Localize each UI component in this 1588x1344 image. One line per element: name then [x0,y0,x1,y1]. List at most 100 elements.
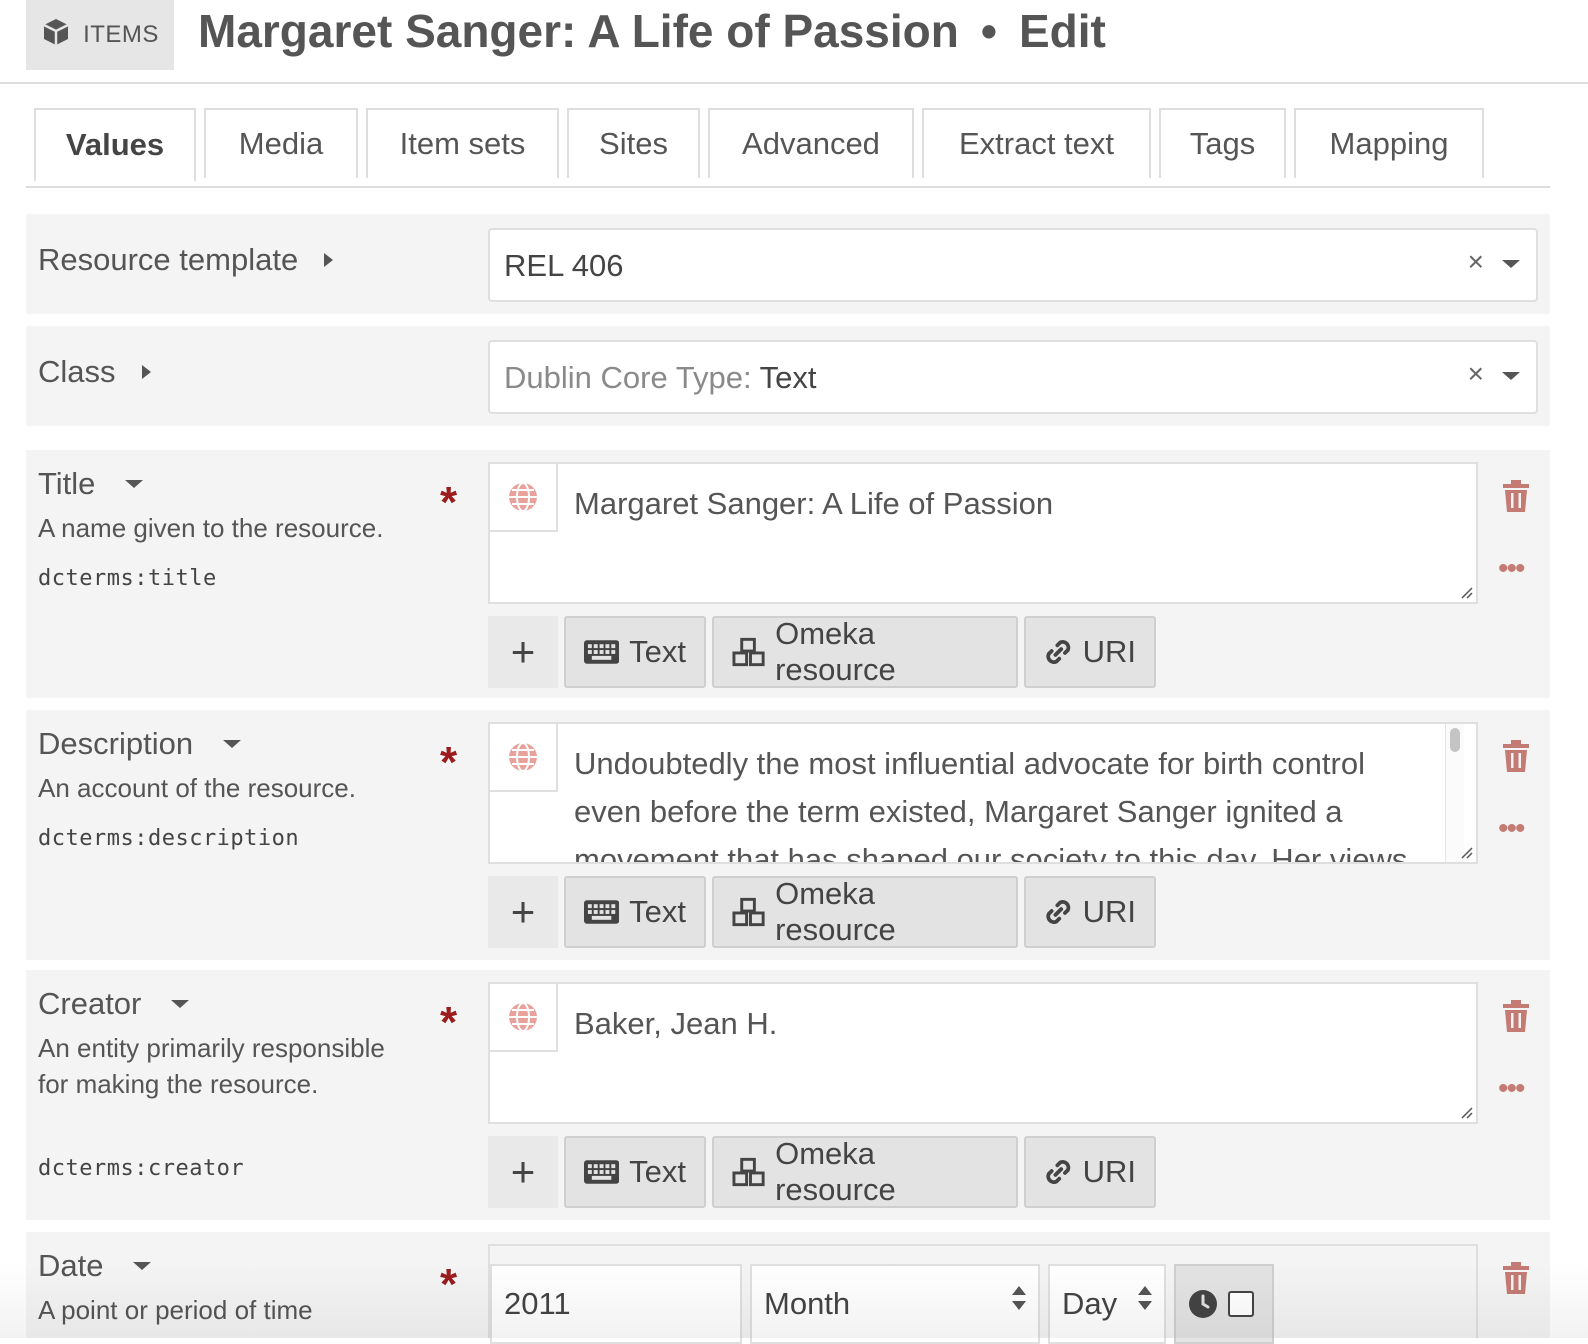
class-toggle[interactable]: Class [38,354,151,390]
more-options-icon[interactable]: ••• [1498,554,1525,584]
required-marker: * [440,998,458,1047]
class-label: Class [38,354,116,389]
page-title: Margaret Sanger: A Life of Passion • Edit [198,4,1106,58]
creator-value-input[interactable]: Baker, Jean H. [488,982,1478,1124]
resource-template-toggle[interactable]: Resource template [38,242,334,278]
select-arrows-icon [1012,1286,1026,1310]
year-input[interactable]: 2011 [490,1264,742,1344]
property-term: dcterms:description [38,826,300,851]
more-options-icon[interactable]: ••• [1498,1074,1525,1104]
time-checkbox[interactable] [1228,1291,1254,1317]
month-select[interactable]: Month [750,1264,1040,1344]
property-description-row: Description An account of the resource. … [26,710,1550,960]
caret-down-icon [133,1262,152,1270]
resource-template-select[interactable]: REL 406 × [488,228,1538,302]
property-creator: Creator An entity primarily responsible … [26,970,1550,1220]
resize-handle-icon[interactable] [1461,587,1473,599]
month-label: Month [764,1286,851,1321]
value-text: Undoubtedly the most influential advocat… [574,746,1408,864]
class-vocabulary: Dublin Core Type [504,360,743,395]
globe-icon [509,742,537,772]
trash-icon[interactable] [1502,480,1530,517]
tab-media[interactable]: Media [204,108,358,178]
resize-handle-icon[interactable] [1461,847,1473,859]
value-text: Baker, Jean H. [574,1006,778,1041]
scrollbar[interactable] [1445,724,1464,862]
page-header: ITEMS Margaret Sanger: A Life of Passion… [0,0,1588,84]
property-description: An account of the resource. [38,773,356,803]
property-toggle[interactable]: Creator [38,986,190,1022]
omeka-resource-type-label: Omeka resource [775,616,896,687]
tab-mapping[interactable]: Mapping [1294,108,1484,178]
caret-right-icon [324,253,334,267]
title-separator: • [980,5,997,57]
class-row: Class Dublin Core Type: Text × [26,326,1550,426]
add-omeka-resource-button[interactable]: Omeka resource [712,616,1018,688]
add-value-button[interactable]: + [488,876,558,948]
chevron-down-icon[interactable] [1502,260,1520,268]
date-value-container: 2011 Month Day [488,1244,1478,1344]
add-uri-button[interactable]: URI [1024,1136,1156,1208]
omeka-resource-type-label: Omeka resource [775,1136,896,1207]
property-description: A name given to the resource. [38,513,384,543]
tab-item-sets[interactable]: Item sets [366,108,559,178]
property-title: Title A name given to the resource. dcte… [26,450,1550,698]
add-value-button[interactable]: + [488,616,558,688]
text-type-label: Text [629,894,686,929]
tab-extract-text[interactable]: Extract text [922,108,1151,178]
value-text: Margaret Sanger: A Life of Passion [574,486,1054,521]
clear-icon[interactable]: × [1468,358,1484,390]
required-marker: * [440,738,458,787]
section-tabs: Values Media Item sets Sites Advanced Ex… [26,108,1550,188]
language-button[interactable] [490,724,558,792]
uri-type-label: URI [1082,894,1136,929]
property-toggle[interactable]: Title [38,466,144,502]
description-value-input[interactable]: Undoubtedly the most influential advocat… [488,722,1478,864]
cube-icon [41,17,71,54]
tab-sites[interactable]: Sites [567,108,700,178]
clear-icon[interactable]: × [1468,246,1484,278]
language-button[interactable] [490,984,558,1052]
resource-template-value: REL 406 [504,248,624,283]
globe-icon [509,1002,537,1032]
add-text-button[interactable]: Text [564,876,706,948]
property-label: Description [38,726,194,761]
trash-icon[interactable] [1502,740,1530,777]
trash-icon[interactable] [1502,1262,1530,1299]
add-text-button[interactable]: Text [564,616,706,688]
chevron-down-icon[interactable] [1502,372,1520,380]
caret-down-icon [223,740,242,748]
trash-icon[interactable] [1502,1000,1530,1037]
time-toggle[interactable] [1174,1264,1274,1344]
cubes-icon [732,897,765,927]
add-omeka-resource-button[interactable]: Omeka resource [712,876,1018,948]
text-type-label: Text [629,1154,686,1189]
language-button[interactable] [490,464,558,532]
select-arrows-icon [1138,1286,1152,1310]
page-mode: Edit [1018,5,1106,57]
property-label: Creator [38,986,142,1021]
tab-advanced[interactable]: Advanced [708,108,914,178]
resize-handle-icon[interactable] [1461,1107,1473,1119]
property-description: A point or period of time [38,1295,313,1325]
add-text-button[interactable]: Text [564,1136,706,1208]
day-select[interactable]: Day [1048,1264,1166,1344]
property-toggle[interactable]: Description [38,726,242,762]
add-value-button[interactable]: + [488,1136,558,1208]
add-uri-button[interactable]: URI [1024,876,1156,948]
class-select[interactable]: Dublin Core Type: Text × [488,340,1538,414]
property-label: Date [38,1248,104,1283]
uri-type-label: URI [1082,1154,1136,1189]
property-term: dcterms:creator [38,1156,245,1181]
cubes-icon [732,637,765,667]
add-omeka-resource-button[interactable]: Omeka resource [712,1136,1018,1208]
add-uri-button[interactable]: URI [1024,616,1156,688]
property-toggle[interactable]: Date [38,1248,152,1284]
tab-tags[interactable]: Tags [1159,108,1286,178]
day-label: Day [1062,1286,1118,1321]
scrollbar-thumb[interactable] [1450,728,1460,752]
items-section-link[interactable]: ITEMS [26,0,174,70]
more-options-icon[interactable]: ••• [1498,814,1525,844]
title-value-input[interactable]: Margaret Sanger: A Life of Passion [488,462,1478,604]
tab-values[interactable]: Values [34,108,196,182]
